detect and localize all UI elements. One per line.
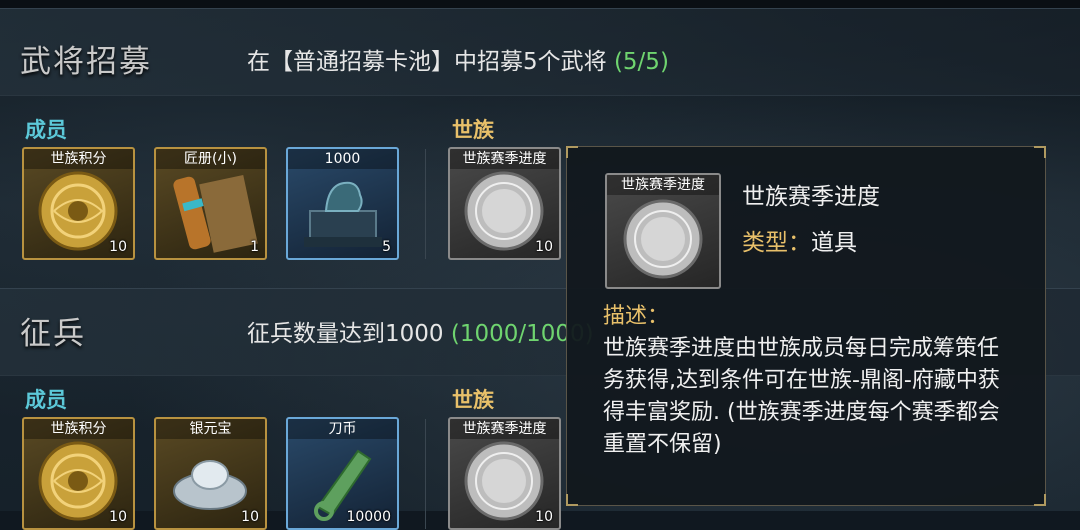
member-rewards-label: 成员 — [25, 388, 67, 412]
item-count: 10 — [109, 509, 127, 525]
tooltip-corner — [566, 494, 578, 506]
tooltip-corner — [566, 146, 578, 158]
task-desc-text: 征兵数量达到1000 — [247, 321, 444, 347]
item-count: 10 — [535, 509, 553, 525]
item-tooltip: 世族赛季进度 世族赛季进度 类型：道具 描述： 世族赛季进度由世族成员每日完成筹… — [566, 146, 1046, 506]
tooltip-type-value: 道具 — [811, 230, 857, 256]
reward-item-season-progress[interactable]: 世族赛季进度 10 — [448, 147, 561, 260]
item-name: 世族积分 — [24, 149, 133, 169]
reward-item-silver-ingot[interactable]: 银元宝 10 — [154, 417, 267, 530]
item-name: 1000 — [288, 149, 397, 169]
divider — [425, 149, 426, 259]
item-count: 10 — [535, 239, 553, 255]
tooltip-type-key: 类型： — [742, 230, 811, 256]
clan-rewards-label: 世族 — [452, 118, 494, 142]
item-count: 1 — [250, 239, 259, 255]
task-description: 征兵数量达到1000 (1000/1000) — [247, 314, 594, 348]
item-name: 刀币 — [288, 419, 397, 439]
tooltip-corner — [1034, 494, 1046, 506]
divider — [425, 419, 426, 529]
tooltip-type: 类型：道具 — [742, 223, 857, 257]
tooltip-title: 世族赛季进度 — [742, 184, 880, 210]
reward-item-qilin[interactable]: 1000 5 — [286, 147, 399, 260]
item-name: 匠册(小) — [156, 149, 265, 169]
item-count: 10 — [109, 239, 127, 255]
task-progress: (5/5) — [613, 49, 669, 75]
clan-rewards-label: 世族 — [452, 388, 494, 412]
tooltip-desc-label: 描述： — [603, 304, 670, 329]
task-desc-text: 在【普通招募卡池】中招募5个武将 — [247, 49, 607, 75]
task-description: 在【普通招募卡池】中招募5个武将 (5/5) — [247, 42, 669, 76]
tooltip-description: 世族赛季进度由世族成员每日完成筹策任务获得,达到条件可在世族-鼎阁-府藏中获得丰… — [603, 336, 1000, 457]
task-title: 征兵 — [20, 316, 86, 352]
item-count: 10 — [241, 509, 259, 525]
reward-item-clan-points[interactable]: 世族积分 10 — [22, 417, 135, 530]
member-rewards-label: 成员 — [25, 118, 67, 142]
tooltip-icon-name: 世族赛季进度 — [607, 175, 719, 195]
item-name: 银元宝 — [156, 419, 265, 439]
reward-item-knife-coin[interactable]: 刀币 10000 — [286, 417, 399, 530]
reward-item-clan-points[interactable]: 世族积分 10 — [22, 147, 135, 260]
item-count: 10000 — [346, 509, 391, 525]
reward-item-scroll[interactable]: 匠册(小) 1 — [154, 147, 267, 260]
tooltip-item-icon: 世族赛季进度 — [605, 173, 721, 289]
item-count: 5 — [382, 239, 391, 255]
item-name: 世族赛季进度 — [450, 419, 559, 439]
reward-item-season-progress[interactable]: 世族赛季进度 10 — [448, 417, 561, 530]
item-name: 世族赛季进度 — [450, 149, 559, 169]
tooltip-corner — [1034, 146, 1046, 158]
item-name: 世族积分 — [24, 419, 133, 439]
task-title: 武将招募 — [20, 44, 152, 80]
